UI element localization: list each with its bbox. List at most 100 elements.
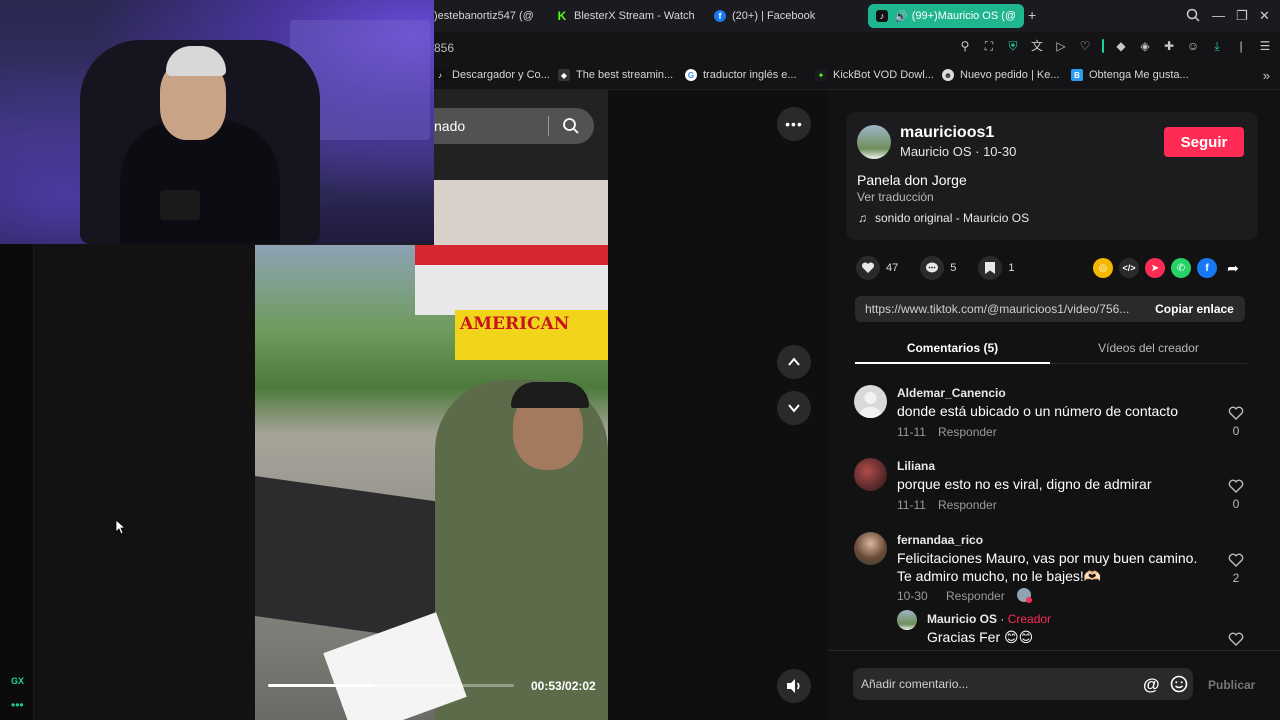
search-icon[interactable] [562, 117, 580, 135]
coin-icon[interactable]: ◎ [1093, 258, 1113, 278]
bookmark-traductor[interactable]: G traductor inglés e... [685, 69, 797, 81]
bookmark-kickbot[interactable]: ✦ KickBot VOD Dowl... [815, 69, 934, 81]
translate-link[interactable]: Ver traducción [857, 190, 934, 204]
video-progress-bar[interactable] [268, 684, 514, 687]
tab-estebanortiz[interactable]: )estebanortiz547 (@ [434, 4, 538, 28]
bookmark-label: The best streamin... [576, 69, 674, 81]
share-icon[interactable]: ➦ [1223, 258, 1243, 278]
emoji-icon[interactable] [1170, 675, 1188, 693]
play-icon[interactable]: ▷ [1054, 39, 1068, 53]
download-icon[interactable]: ⤓ [1210, 39, 1224, 53]
reply-button[interactable]: Responder [938, 425, 997, 439]
avatar[interactable] [854, 458, 887, 491]
volume-icon [787, 679, 800, 693]
url-text[interactable]: 856 [434, 41, 454, 55]
comment-date: 11-11 [897, 498, 926, 512]
comment-input[interactable] [853, 668, 1193, 700]
extension-icon[interactable]: ◈ [1138, 39, 1152, 53]
facebook-icon[interactable]: f [1197, 258, 1217, 278]
tab-comments[interactable]: Comentarios (5) [855, 341, 1050, 355]
reply-author[interactable]: Mauricio OS · Creador [927, 612, 1051, 626]
menu-icon[interactable]: ☰ [1258, 39, 1272, 53]
next-video-button[interactable] [777, 391, 811, 425]
minimize-icon[interactable]: — [1212, 8, 1225, 23]
share-icons: ◎ </> ➤ ✆ f ➦ [1093, 258, 1243, 278]
webcam-overlay [0, 0, 434, 244]
bookmark-best-streaming[interactable]: ◆ The best streamin... [558, 69, 673, 81]
send-icon[interactable]: ➤ [1145, 258, 1165, 278]
volume-button[interactable] [777, 669, 811, 703]
comment-author[interactable]: fernandaa_rico [897, 533, 983, 547]
avatar[interactable] [857, 125, 891, 159]
video-link[interactable]: https://www.tiktok.com/@mauricioos1/vide… [865, 302, 1137, 316]
creator-badge: Creador [1007, 612, 1052, 626]
diamond-icon: ◆ [558, 69, 570, 81]
save-button[interactable] [978, 256, 1003, 280]
sound-link[interactable]: ♫ sonido original - Mauricio OS [858, 211, 1029, 225]
embed-icon[interactable]: </> [1119, 258, 1139, 278]
post-description: Panela don Jorge [857, 172, 967, 188]
tab-mauricio-os[interactable]: ♪ 🔊 (99+)Mauricio OS (@ [868, 4, 1024, 28]
reply-button[interactable]: Responder [946, 589, 1005, 603]
comment-like-count: 2 [1232, 571, 1240, 585]
reply-button[interactable]: Responder [938, 498, 997, 512]
comment-author[interactable]: Liliana [897, 459, 935, 473]
tab-facebook[interactable]: f (20+) | Facebook [714, 4, 834, 28]
bookmark-descargador[interactable]: ♪ Descargador y Co... [434, 69, 550, 81]
bookmark-obtenga[interactable]: B Obtenga Me gusta... [1071, 69, 1189, 81]
new-tab-button[interactable]: + [1028, 7, 1036, 23]
reply-text: Gracias Fer 😊😊 [927, 629, 1034, 645]
puzzle-icon[interactable]: ✚ [1162, 39, 1176, 53]
copy-link-button[interactable]: Copiar enlace [1144, 296, 1245, 322]
cursor-icon [115, 519, 125, 535]
comment-text: donde está ubicado o un número de contac… [897, 403, 1178, 419]
screenshot-icon[interactable]: ⛶ [982, 39, 996, 53]
search-divider [548, 116, 549, 136]
whatsapp-icon[interactable]: ✆ [1171, 258, 1191, 278]
toolbar-icons: ⚲ ⛶ ⛨ 文 ▷ ♡ ◆ ◈ ✚ ☺ ⤓ | ☰ [958, 39, 1272, 53]
username[interactable]: mauricioos1 [900, 124, 994, 142]
heart-outline-icon[interactable] [1228, 405, 1244, 421]
translate-icon[interactable]: 文 [1030, 39, 1044, 53]
close-icon[interactable]: ✕ [1259, 8, 1270, 24]
kick-icon: K [556, 9, 568, 23]
creator-liked-heart-icon [1026, 597, 1032, 603]
chevron-right-icon[interactable]: » [1263, 68, 1270, 83]
bookmark-label: Obtenga Me gusta... [1089, 69, 1189, 81]
heart-icon[interactable]: ♡ [1078, 39, 1092, 53]
heart-outline-icon[interactable] [1228, 631, 1244, 647]
comment-author[interactable]: Aldemar_Canencio [897, 386, 1006, 400]
heart-outline-icon[interactable] [1228, 552, 1244, 568]
vertical-divider: | [1239, 39, 1243, 53]
search-icon[interactable] [1186, 8, 1200, 22]
bookmark-nuevo-pedido[interactable]: ☻ Nuevo pedido | Ke... [942, 69, 1059, 81]
video-progress-fill [268, 684, 374, 687]
extension-icon[interactable]: ◆ [1114, 39, 1128, 53]
video-awning [415, 245, 608, 265]
more-options-button[interactable]: ••• [777, 107, 811, 141]
avatar[interactable] [897, 610, 917, 630]
pin-icon[interactable]: ⚲ [958, 39, 972, 53]
tiktok-icon: ♪ [434, 69, 446, 81]
comment-count: 5 [950, 262, 957, 274]
active-tab-indicator [855, 362, 1050, 364]
heart-outline-icon[interactable] [1228, 478, 1244, 494]
mention-icon[interactable]: @ [1143, 675, 1160, 695]
like-button[interactable] [856, 256, 880, 280]
publish-button[interactable]: Publicar [1208, 678, 1255, 692]
shield-icon[interactable]: ⛨ [1006, 39, 1020, 53]
avatar[interactable] [854, 532, 887, 565]
more-icon[interactable]: ••• [11, 698, 24, 712]
gx-logo[interactable]: GX [11, 676, 24, 686]
tab-creator-videos[interactable]: Vídeos del creador [1051, 341, 1246, 355]
previous-video-button[interactable] [777, 345, 811, 379]
comment-button[interactable] [920, 256, 945, 280]
avatar[interactable] [854, 385, 887, 418]
google-icon: G [685, 69, 697, 81]
follow-button[interactable]: Seguir [1164, 127, 1244, 157]
tab-blesterx-stream[interactable]: K BlesterX Stream - Watch [556, 4, 696, 28]
facebook-icon: f [714, 10, 726, 22]
profile-icon[interactable]: ☺ [1186, 39, 1200, 53]
bookmark-label: Nuevo pedido | Ke... [960, 69, 1060, 81]
restore-icon[interactable]: ❐ [1236, 8, 1248, 24]
